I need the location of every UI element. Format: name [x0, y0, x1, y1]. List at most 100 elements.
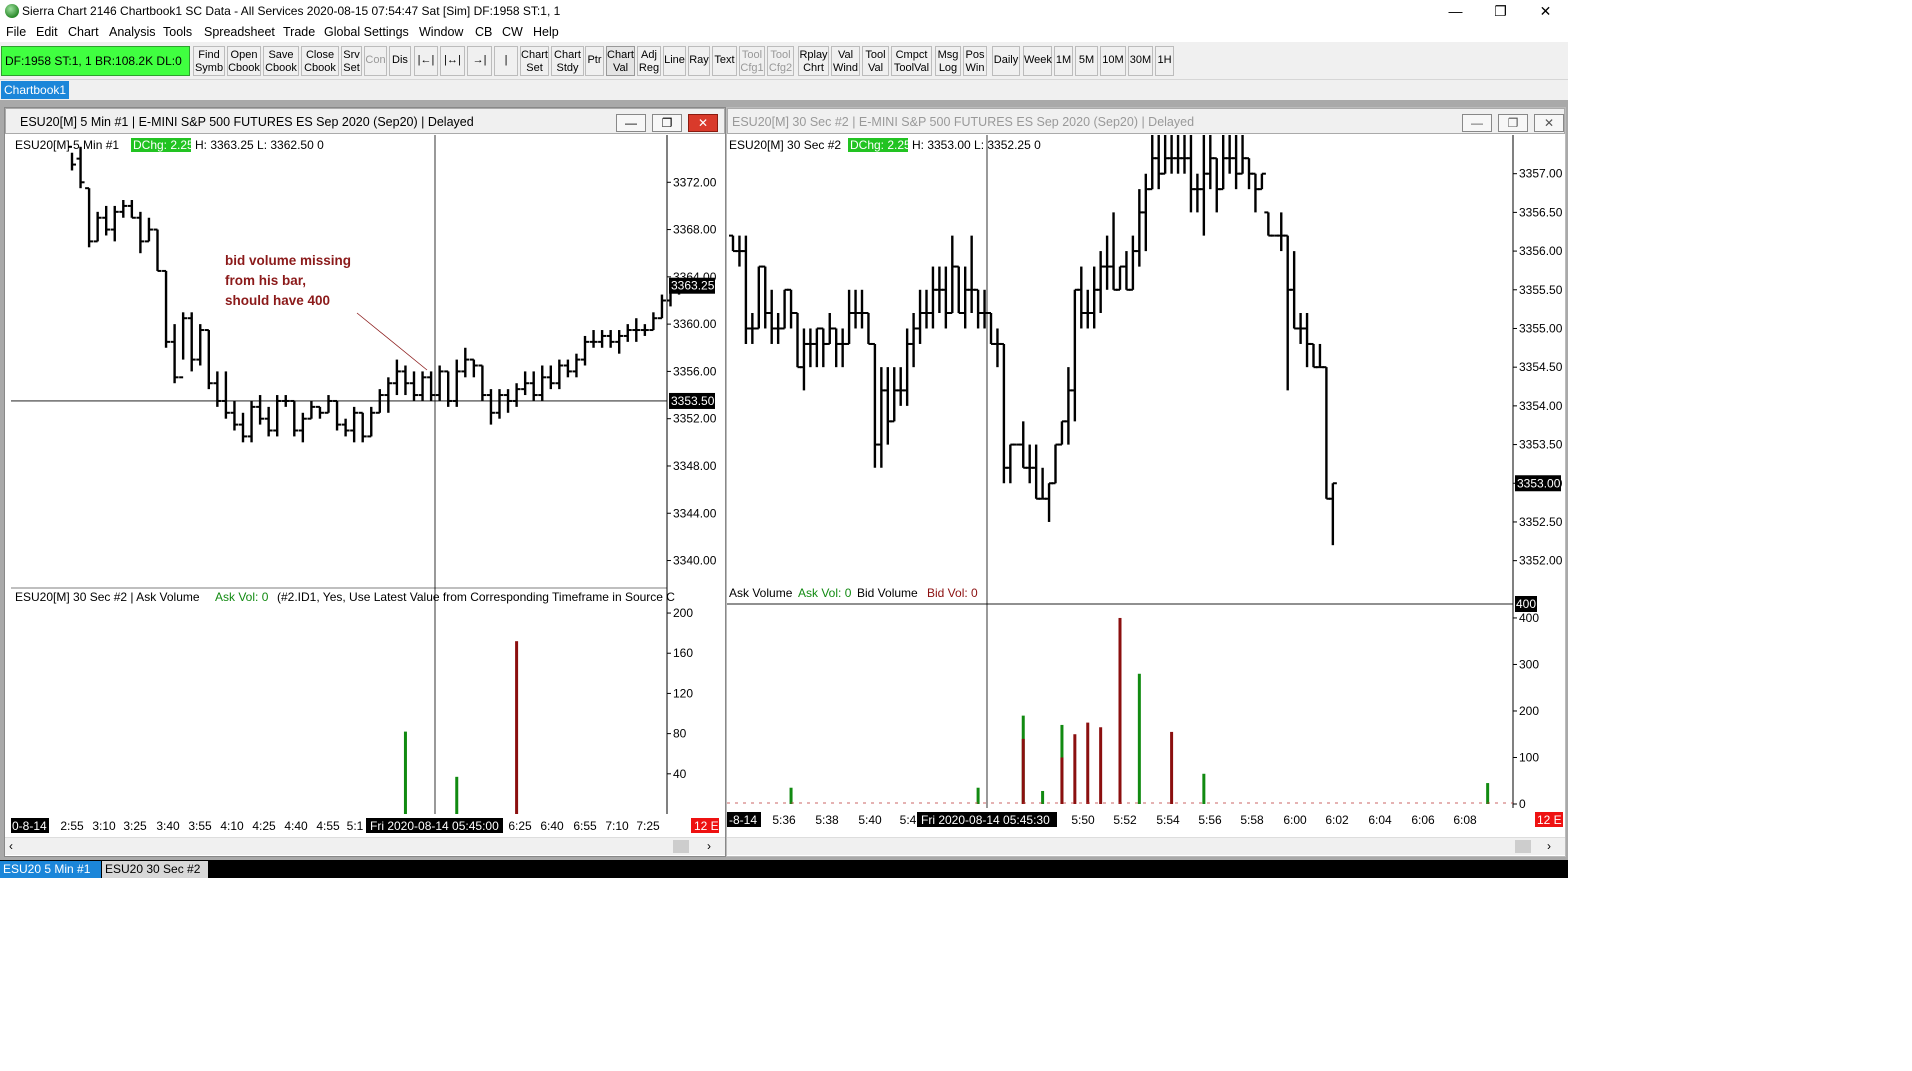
- toolbar-button-dis[interactable]: Dis: [389, 46, 411, 76]
- chart2-scroll-thumb[interactable]: [1515, 840, 1531, 853]
- chart2-bid-volume-bar: [1099, 727, 1103, 804]
- chart2-scroll-right-arrow[interactable]: ›: [1547, 839, 1551, 853]
- chart2-vol-tick-label: 0: [1519, 797, 1526, 811]
- menu-cw[interactable]: CW: [502, 25, 523, 39]
- toolbar-button-ray[interactable]: Ray: [688, 46, 710, 76]
- chart-tab-1[interactable]: ESU20 5 Min #1: [0, 861, 101, 878]
- chart1-vol-tick-label: 80: [673, 727, 687, 741]
- chart-window-2[interactable]: ESU20[M] 30 Sec #2 | E-MINI S&P 500 FUTU…: [726, 107, 1566, 857]
- toolbar-button-ptr[interactable]: Ptr: [585, 46, 604, 76]
- chart2-x-tick-label: 5:4: [900, 813, 917, 827]
- chart2-horizontal-scrollbar[interactable]: ›: [727, 837, 1565, 855]
- toolbar-button-daily[interactable]: Daily: [992, 46, 1020, 76]
- toolbar-button-find-symb[interactable]: Find Symb: [193, 46, 225, 76]
- menu-trade[interactable]: Trade: [283, 25, 315, 39]
- toolbar-button-[interactable]: |→←|: [494, 46, 520, 92]
- menu-chart[interactable]: Chart: [68, 25, 99, 39]
- toolbar-button-save-cbook[interactable]: Save Cbook: [263, 46, 299, 76]
- toolbar-button-val-wind[interactable]: Val Wind: [831, 46, 860, 76]
- chart2-x-tick-label: 5:50: [1071, 813, 1095, 827]
- chart1-price-bar: [350, 406, 359, 443]
- menu-help[interactable]: Help: [533, 25, 559, 39]
- toolbar-button-pos-win[interactable]: Pos Win: [963, 46, 987, 76]
- chart1-scroll-right-arrow[interactable]: ›: [707, 839, 711, 853]
- chart1-price-bar: [341, 418, 350, 437]
- menu-spreadsheet[interactable]: Spreadsheet: [204, 25, 275, 39]
- toolbar-button-rplay-chrt[interactable]: Rplay Chrt: [798, 46, 829, 76]
- toolbar-button-open-cbook[interactable]: Open Cbook: [227, 46, 261, 76]
- chart1-study-params: (#2.ID1, Yes, Use Latest Value from Corr…: [277, 590, 675, 604]
- chart1-scroll-thumb[interactable]: [673, 840, 689, 853]
- toolbar-button-line[interactable]: Line: [663, 46, 686, 76]
- toolbar-button-chart-set[interactable]: Chart Set: [520, 46, 549, 76]
- chart1-y-tick-label: 3348.00: [673, 459, 717, 473]
- toolbar-button-tool-cfg2[interactable]: Tool Cfg2: [767, 46, 794, 76]
- chart2-left-date: -8-14: [729, 813, 757, 827]
- toolbar-button-adj-reg[interactable]: Adj Reg: [637, 46, 661, 76]
- toolbar-button-[interactable]: |↔|: [440, 46, 465, 76]
- maximize-button[interactable]: ❐: [1478, 0, 1523, 22]
- chart1-y-tick-label: 3340.00: [673, 554, 717, 568]
- chart1-x-tick-label: 4:10: [220, 819, 244, 833]
- toolbar-button-week[interactable]: Week: [1023, 46, 1052, 76]
- chart2-plot[interactable]: 3357.00 3356.50 3356.00 3355.50 3355.00 3354.…: [727, 108, 1565, 856]
- toolbar-button-[interactable]: →|←: [467, 46, 492, 92]
- chart1-x-tick-label: 3:55: [188, 819, 212, 833]
- chartbook-tab[interactable]: Chartbook1: [1, 81, 69, 99]
- chart1-x-tick-label: 4:25: [252, 819, 276, 833]
- menu-file[interactable]: File: [6, 25, 26, 39]
- toolbar-button-1h[interactable]: 1H: [1155, 46, 1174, 76]
- toolbar-button-30m[interactable]: 30M: [1128, 46, 1153, 76]
- chart1-price-bar: [538, 365, 547, 401]
- chart2-price-bar: [1206, 135, 1215, 190]
- menu-global-settings[interactable]: Global Settings: [324, 25, 409, 39]
- chart1-scroll-left-arrow[interactable]: ‹: [9, 839, 13, 853]
- menu-tools[interactable]: Tools: [163, 25, 192, 39]
- chart1-price-bar: [495, 389, 504, 419]
- chart2-price-bar: [1141, 173, 1150, 252]
- chart2-price-bar: [838, 328, 847, 368]
- menu-analysis[interactable]: Analysis: [109, 25, 156, 39]
- chart2-price-bar: [1167, 135, 1176, 174]
- toolbar-button-chart-stdy[interactable]: Chart Stdy: [551, 46, 584, 76]
- chart2-price-bar: [845, 289, 854, 345]
- chart2-price-bar: [1303, 313, 1312, 368]
- chart1-price-bar: [298, 412, 307, 443]
- close-button[interactable]: ✕: [1523, 0, 1568, 22]
- toolbar-button-chart-val[interactable]: Chart Val: [606, 46, 635, 76]
- minimize-button[interactable]: —: [1433, 0, 1478, 22]
- menu-edit[interactable]: Edit: [36, 25, 58, 39]
- chart2-price-bar: [819, 327, 828, 368]
- chart1-price-bar: [478, 364, 487, 401]
- toolbar-button-tool-val[interactable]: Tool Val: [862, 46, 889, 76]
- toolbar-button-con[interactable]: Con: [364, 46, 387, 76]
- chart2-price-bar: [1006, 443, 1015, 484]
- chart1-horizontal-scrollbar[interactable]: ‹ ›: [5, 837, 725, 855]
- toolbar-button-srv-set[interactable]: Srv Set: [341, 46, 362, 76]
- toolbar-button-tool-cfg1[interactable]: Tool Cfg1: [739, 46, 765, 76]
- chart2-price-bar: [729, 234, 737, 253]
- toolbar-button-10m[interactable]: 10M: [1100, 46, 1126, 76]
- chart1-plot[interactable]: 3372.003368.003364.003360.003356.003352.…: [5, 108, 725, 856]
- toolbar-button-cmpct-toolval[interactable]: Cmpct ToolVal: [891, 46, 932, 76]
- chart2-y-tick-label: 3357.00: [1519, 167, 1563, 181]
- chart2-price-bar: [1219, 135, 1228, 191]
- toolbar-button-1m[interactable]: 1M: [1054, 46, 1073, 76]
- chart2-y-tick-label: 3352.00: [1519, 554, 1563, 568]
- chart1-price-bar: [555, 359, 564, 390]
- toolbar-button-close-cbook[interactable]: Close Cbook: [301, 46, 339, 76]
- toolbar-button-msg-log[interactable]: Msg Log: [935, 46, 961, 76]
- chart2-x-tick-label: 5:54: [1156, 813, 1180, 827]
- menu-window[interactable]: Window: [419, 25, 463, 39]
- chart-tab-2[interactable]: ESU20 30 Sec #2: [102, 861, 208, 878]
- chart2-price-bar: [922, 289, 931, 329]
- menu-cb[interactable]: CB: [475, 25, 492, 39]
- chart1-price-bar: [367, 406, 376, 438]
- toolbar-button-[interactable]: |←|: [414, 46, 438, 76]
- toolbar-button-text[interactable]: Text: [712, 46, 737, 76]
- chart2-price-bar: [1225, 135, 1234, 174]
- toolbar-button-5m[interactable]: 5M: [1075, 46, 1098, 76]
- chart1-price-bar: [247, 400, 256, 443]
- chart2-price-bar: [780, 288, 789, 330]
- chart-window-1[interactable]: ESU20[M] 5 Min #1 | E-MINI S&P 500 FUTUR…: [4, 107, 726, 857]
